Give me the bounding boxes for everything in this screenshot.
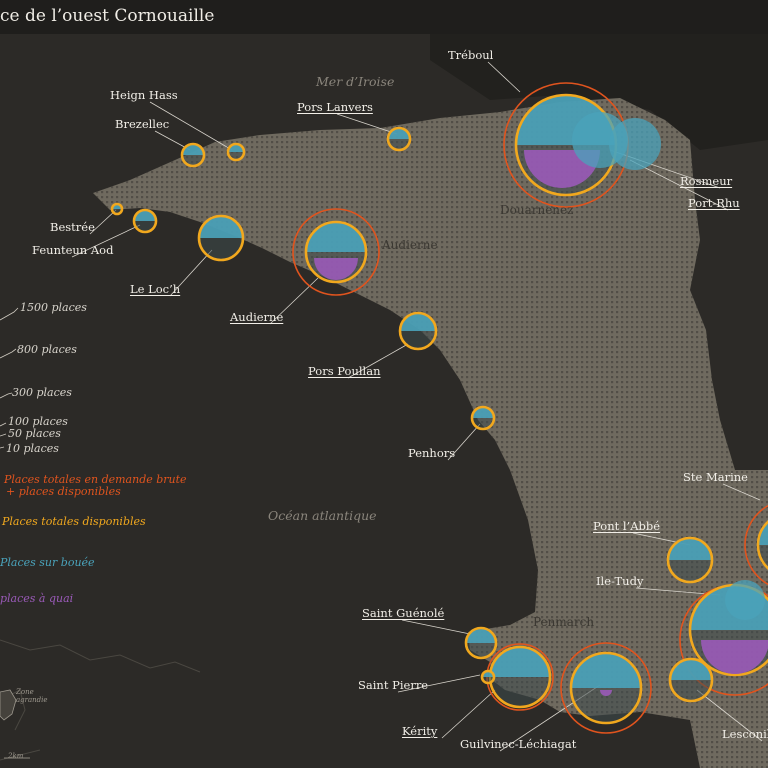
- legend-available: Places totales disponibles: [2, 516, 146, 528]
- title-bar: ce de l’ouest Cornouaille: [0, 0, 768, 34]
- sea-label-atlantic: Océan atlantique: [268, 508, 377, 523]
- port-label-saint-pierre: Saint Pierre: [358, 678, 429, 692]
- port-label-heign-hass: Heign Hass: [110, 88, 178, 102]
- town-label-douarnenez: Douarnenez: [500, 203, 574, 217]
- port-label-audierne: Audierne: [230, 310, 284, 324]
- map-title: ce de l’ouest Cornouaille: [0, 6, 215, 26]
- port-label-rosmeur: Rosmeur: [680, 174, 733, 188]
- legend-size-10: 10 places: [6, 442, 59, 455]
- legend-category-line: Places totales disponibles: [2, 515, 146, 528]
- inset-zone-line: agrandie: [16, 696, 48, 704]
- leader-line-k-rity: [441, 689, 496, 739]
- port-label-pors-poullan: Pors Poullan: [308, 364, 381, 378]
- port-label-ile-tudy: Ile-Tudy: [596, 574, 644, 588]
- legend-category-line: + places disponibles: [6, 485, 121, 498]
- legend-buoy: Places sur bouée: [0, 557, 95, 569]
- inset-scale-label: 2km: [8, 752, 24, 760]
- port-label-feunteun-aod: Feunteun Aod: [32, 243, 114, 257]
- sea-label-iroise: Mer d’Iroise: [316, 74, 395, 89]
- port-label-penhors: Penhors: [408, 446, 456, 460]
- buoy-circle-ile-tudy: [725, 580, 765, 620]
- legend-size-300: 300 places: [12, 386, 72, 399]
- port-label-pont-l-abb: Pont l’Abbé: [593, 519, 661, 533]
- land-texture: [93, 98, 768, 768]
- leader-line-saint-gu-nol: [401, 619, 471, 635]
- legend-size-50: 50 places: [8, 427, 61, 440]
- town-label-audierne: Audierne: [382, 238, 438, 252]
- inset-zone-line: Zone: [16, 688, 34, 696]
- legend-demand: Places totales en demande brute + places …: [4, 474, 187, 498]
- inset-zone-label: Zone agrandie: [16, 688, 48, 704]
- port-label-bestr-e: Bestrée: [50, 220, 95, 234]
- port-label-saint-gu-nol: Saint Guénolé: [362, 606, 445, 620]
- legend-size-800: 800 places: [17, 343, 77, 356]
- port-label-k-rity: Kérity: [402, 724, 438, 738]
- port-label-brezellec: Brezellec: [115, 117, 170, 131]
- map-canvas: [0, 34, 768, 768]
- port-label-pors-lanvers: Pors Lanvers: [297, 100, 373, 114]
- map-stage: ce de l’ouest Cornouaille Mer d’Iroise O…: [0, 0, 768, 768]
- port-label-le-loc-h: Le Loc’h: [130, 282, 181, 296]
- port-label-ste-marine: Ste Marine: [683, 470, 748, 484]
- legend-size-1500: 1500 places: [20, 301, 87, 314]
- buoy-circle-tr-boul: [609, 118, 661, 170]
- port-label-tr-boul: Tréboul: [448, 48, 494, 62]
- port-label-port-rhu: Port-Rhu: [688, 196, 740, 210]
- port-label-guilvinec-l-chiagat: Guilvinec-Léchiagat: [460, 737, 577, 751]
- inset-zone-marker: [0, 689, 17, 721]
- legend-quay: places à quai: [0, 593, 73, 605]
- legend-category-line: places à quai: [0, 592, 74, 605]
- port-label-lesconil: Lesconil: [722, 727, 768, 741]
- legend-category-line: Places sur bouée: [0, 556, 95, 569]
- town-label-penmarch: Penmarch: [533, 615, 595, 629]
